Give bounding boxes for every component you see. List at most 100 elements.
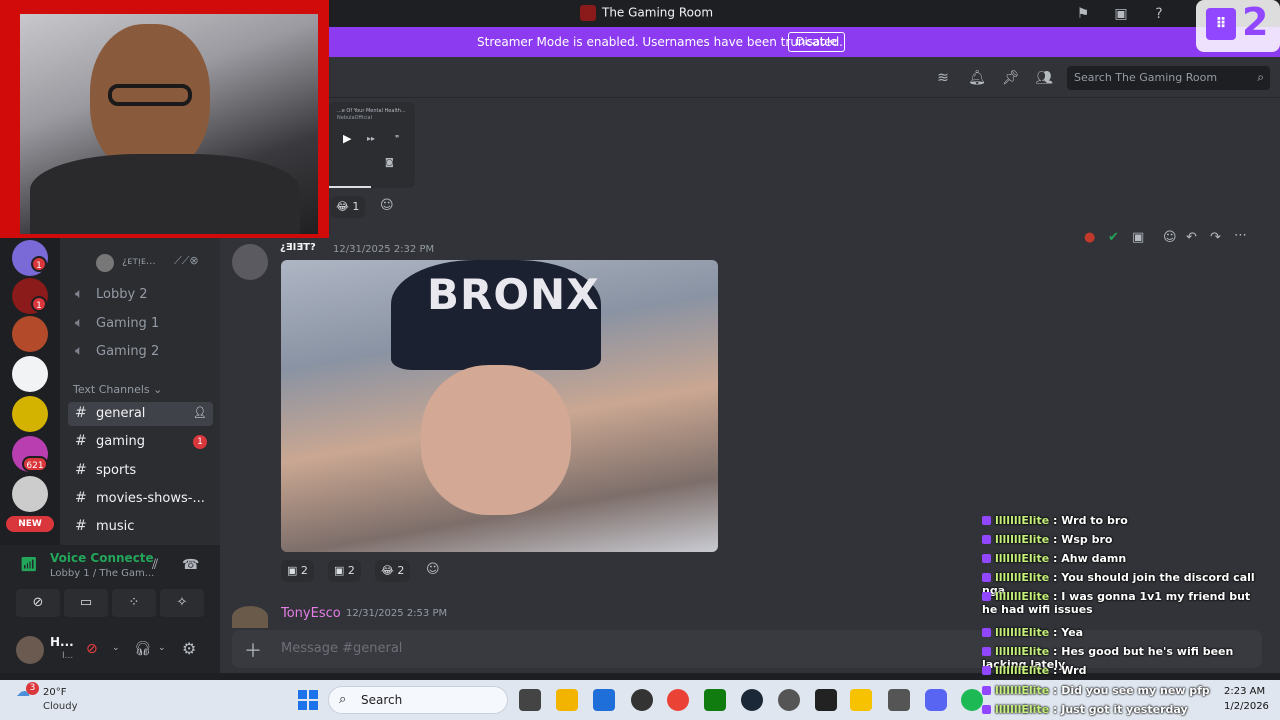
voice-location[interactable]: Lobby 1 / The Gam... — [50, 568, 154, 579]
twitch-badge-icon — [982, 516, 991, 525]
avatar[interactable] — [232, 244, 268, 280]
spotify-icon[interactable] — [961, 689, 983, 711]
twitch-badge-icon — [982, 705, 991, 714]
twitch-badge-icon — [982, 573, 991, 582]
window-title-text: The Gaming Room — [602, 5, 714, 20]
reaction-2[interactable]: ▣ 2 — [328, 560, 361, 582]
help-icon[interactable]: ? — [1149, 4, 1169, 24]
play-icon[interactable]: ▶ — [343, 132, 351, 145]
search-box[interactable]: Search The Gaming Room ⌕ — [1067, 66, 1270, 90]
disconnect-icon[interactable]: ☎︎ — [182, 557, 199, 573]
message-author[interactable]: ¿ƎIƎT? — [280, 242, 316, 253]
server-icon[interactable] — [12, 316, 48, 352]
text-channel-gaming[interactable]: # gaming 1 — [68, 430, 213, 454]
threads-icon[interactable]: ≋ — [933, 68, 953, 88]
obs-icon[interactable] — [631, 689, 653, 711]
text-channels-category[interactable]: Text Channels ⌄ — [73, 383, 162, 396]
7zip-icon[interactable] — [888, 689, 910, 711]
text-channel-general[interactable]: # general 👤︎ — [68, 402, 213, 426]
reaction-laugh[interactable]: 😂 1 — [330, 196, 366, 218]
reaction-count: 2 — [347, 564, 355, 577]
pin-icon[interactable]: 📌︎ — [1001, 68, 1021, 88]
text-channel-music[interactable]: # music — [68, 515, 213, 539]
chat-text: Wrd to bro — [1061, 514, 1128, 527]
chat-user: lllllllElite — [995, 514, 1050, 527]
add-reaction-icon[interactable]: ☺ — [380, 198, 394, 213]
soundboard-button[interactable]: ✧ — [160, 589, 204, 617]
signal-icon[interactable]: 📶︎ — [20, 557, 38, 573]
message-image[interactable]: BRONX — [281, 260, 718, 552]
voice-channel-lobby-2[interactable]: 🔈︎ Lobby 2 — [68, 283, 213, 307]
voice-status: Voice Connecte — [50, 551, 154, 565]
voice-channel-gaming-2[interactable]: 🔈︎ Gaming 2 — [68, 340, 213, 364]
reply-icon[interactable]: ↶ — [1186, 230, 1197, 245]
message-author[interactable]: TonyEsco — [281, 606, 341, 621]
chrome-icon[interactable] — [667, 689, 689, 711]
file-explorer-icon[interactable] — [556, 689, 578, 711]
username[interactable]: H... — [50, 635, 74, 649]
member-list-icon[interactable]: 👥︎ — [1034, 68, 1054, 88]
speaker-icon: 🔈︎ — [75, 343, 84, 359]
start-icon[interactable] — [298, 690, 318, 710]
noise-suppression-icon[interactable]: ⫽ — [152, 557, 158, 573]
flag-icon[interactable]: ⚑ — [1073, 4, 1093, 24]
add-reaction-icon[interactable]: ☺ — [426, 562, 440, 577]
avatar[interactable] — [232, 606, 268, 628]
screen-share-button[interactable]: ▭ — [64, 589, 108, 617]
reaction-count: 2 — [300, 564, 308, 577]
video-embed[interactable]: ...e Of Your Mental Health... NebulaOffi… — [329, 102, 415, 188]
store-icon[interactable] — [593, 689, 615, 711]
server-icon[interactable] — [12, 476, 48, 512]
steam-icon[interactable] — [741, 689, 763, 711]
chat-user: lllllllElite — [995, 590, 1050, 603]
streamer-body — [30, 154, 300, 234]
task-view-icon[interactable] — [519, 689, 541, 711]
search-input[interactable]: Search The Gaming Room — [1074, 71, 1217, 84]
disable-streamer-mode-button[interactable]: Disable — [788, 32, 845, 52]
server-icon[interactable] — [12, 356, 48, 392]
activities-button[interactable]: ⁘ — [112, 589, 156, 617]
add-reaction-icon[interactable]: ☺ — [1163, 230, 1177, 245]
chevron-down-icon[interactable]: ⌄ — [158, 643, 166, 653]
app-icon[interactable] — [778, 689, 800, 711]
chevron-down-icon[interactable]: ⌄ — [112, 643, 120, 653]
discord-icon[interactable] — [925, 689, 947, 711]
inbox-icon[interactable]: ▣ — [1111, 4, 1131, 24]
server-icon[interactable] — [12, 396, 48, 432]
more-options-icon[interactable]: ⋯ — [1234, 228, 1247, 243]
check-reaction-icon[interactable]: ✔ — [1108, 230, 1119, 245]
camera-toggle-button[interactable]: ⊘ — [16, 589, 60, 617]
rockstar-icon[interactable] — [850, 689, 872, 711]
voice-user-name[interactable]: ¿ᴇᴛᴉᴇ… — [122, 256, 156, 267]
camera-icon[interactable]: ◙ — [385, 158, 394, 168]
taskbar-search[interactable]: ⌕ Search — [328, 686, 508, 714]
epic-games-icon[interactable] — [815, 689, 837, 711]
headphones-icon[interactable]: 🎧︎ — [134, 641, 152, 657]
image-beanie-text: BRONX — [427, 270, 600, 319]
skip-icon[interactable]: ▸▸ — [367, 134, 375, 143]
attach-plus-icon[interactable]: ＋ — [244, 637, 262, 663]
video-progress[interactable] — [329, 186, 371, 188]
sticker-reaction-icon[interactable]: ▣ — [1132, 230, 1144, 245]
xbox-icon[interactable] — [704, 689, 726, 711]
voice-channel-gaming-1[interactable]: 🔈︎ Gaming 1 — [68, 312, 213, 336]
emoji-reaction-icon[interactable]: ● — [1084, 230, 1095, 245]
twitch-badge-icon — [982, 666, 991, 675]
quote-icon[interactable]: ❞ — [395, 134, 399, 143]
settings-gear-icon[interactable]: ⚙ — [182, 639, 196, 658]
reaction-3[interactable]: 😂 2 — [375, 560, 411, 582]
weather-badge: 3 — [26, 682, 39, 695]
text-channel-sports[interactable]: # sports — [68, 459, 213, 483]
twitch-badge-icon — [982, 686, 991, 695]
mute-mic-icon[interactable]: ⊘ — [86, 641, 98, 657]
avatar[interactable] — [16, 636, 44, 664]
text-channel-movies-shows[interactable]: # movies-shows-... — [68, 487, 213, 511]
message-input[interactable]: Message #general — [281, 641, 402, 656]
voice-user-avatar[interactable] — [96, 254, 114, 272]
invite-icon[interactable]: 👤︎ — [193, 406, 207, 419]
new-badge[interactable]: NEW — [6, 516, 54, 532]
forward-icon[interactable]: ↷ — [1210, 230, 1221, 245]
weather-temp[interactable]: 20°F — [43, 687, 66, 698]
notification-bell-icon[interactable]: 🔔︎ — [967, 68, 987, 88]
reaction-1[interactable]: ▣ 2 — [281, 560, 314, 582]
